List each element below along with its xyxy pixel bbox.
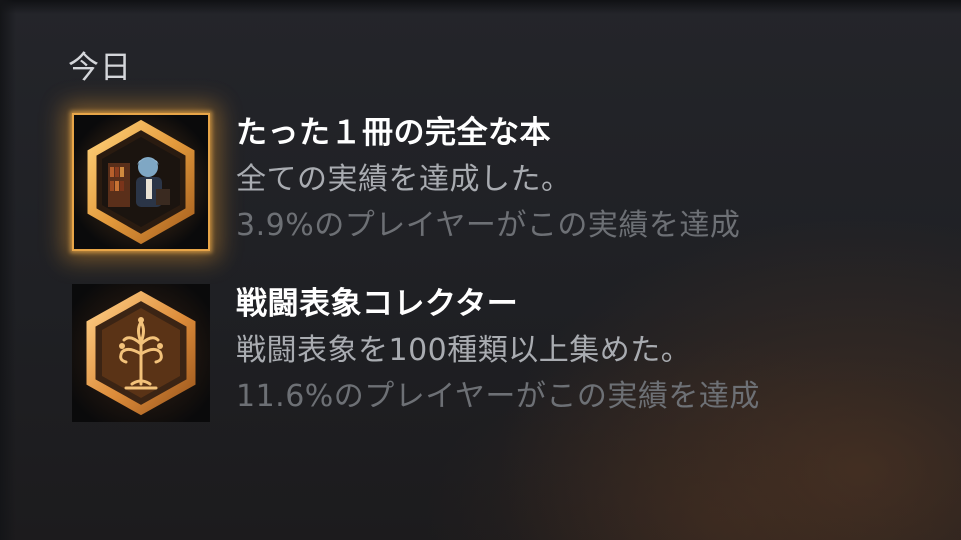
achievement-description: 全ての実績を達成した。	[236, 162, 572, 197]
achievement-icon-frame	[72, 113, 210, 251]
achievement-text: たった１冊の完全な本 全ての実績を達成した。 3.9%のプレイヤーがこの実績を達…	[236, 113, 926, 246]
achievement-item[interactable]: たった１冊の完全な本 全ての実績を達成した。 3.9%のプレイヤーがこの実績を達…	[72, 113, 932, 253]
achievement-text: 戦闘表象コレクター 戦闘表象を100種類以上集めた。 11.6%のプレイヤーがこ…	[236, 284, 926, 417]
achievement-item[interactable]: 戦闘表象コレクター 戦闘表象を100種類以上集めた。 11.6%のプレイヤーがこ…	[72, 284, 932, 424]
achievement-icon-frame	[72, 284, 210, 422]
section-title-today: 今日	[68, 50, 132, 86]
panel-left-edge	[0, 0, 16, 540]
hexagon-tree-badge-icon	[72, 284, 210, 422]
achievement-unlock-rate: 11.6%のプレイヤーがこの実績を達成	[236, 379, 760, 414]
achievement-name: 戦闘表象コレクター	[236, 286, 519, 322]
achievement-notification-panel: 今日 たった１冊の完全な本 全ての実績を達成した。 3.9%のプレイヤーがこの実…	[0, 0, 961, 540]
panel-top-edge	[0, 0, 961, 14]
achievement-description: 戦闘表象を100種類以上集めた。	[236, 333, 692, 368]
achievement-unlock-rate: 3.9%のプレイヤーがこの実績を達成	[236, 208, 741, 243]
hexagon-character-badge-icon	[74, 115, 208, 249]
achievement-name: たった１冊の完全な本	[236, 115, 551, 151]
